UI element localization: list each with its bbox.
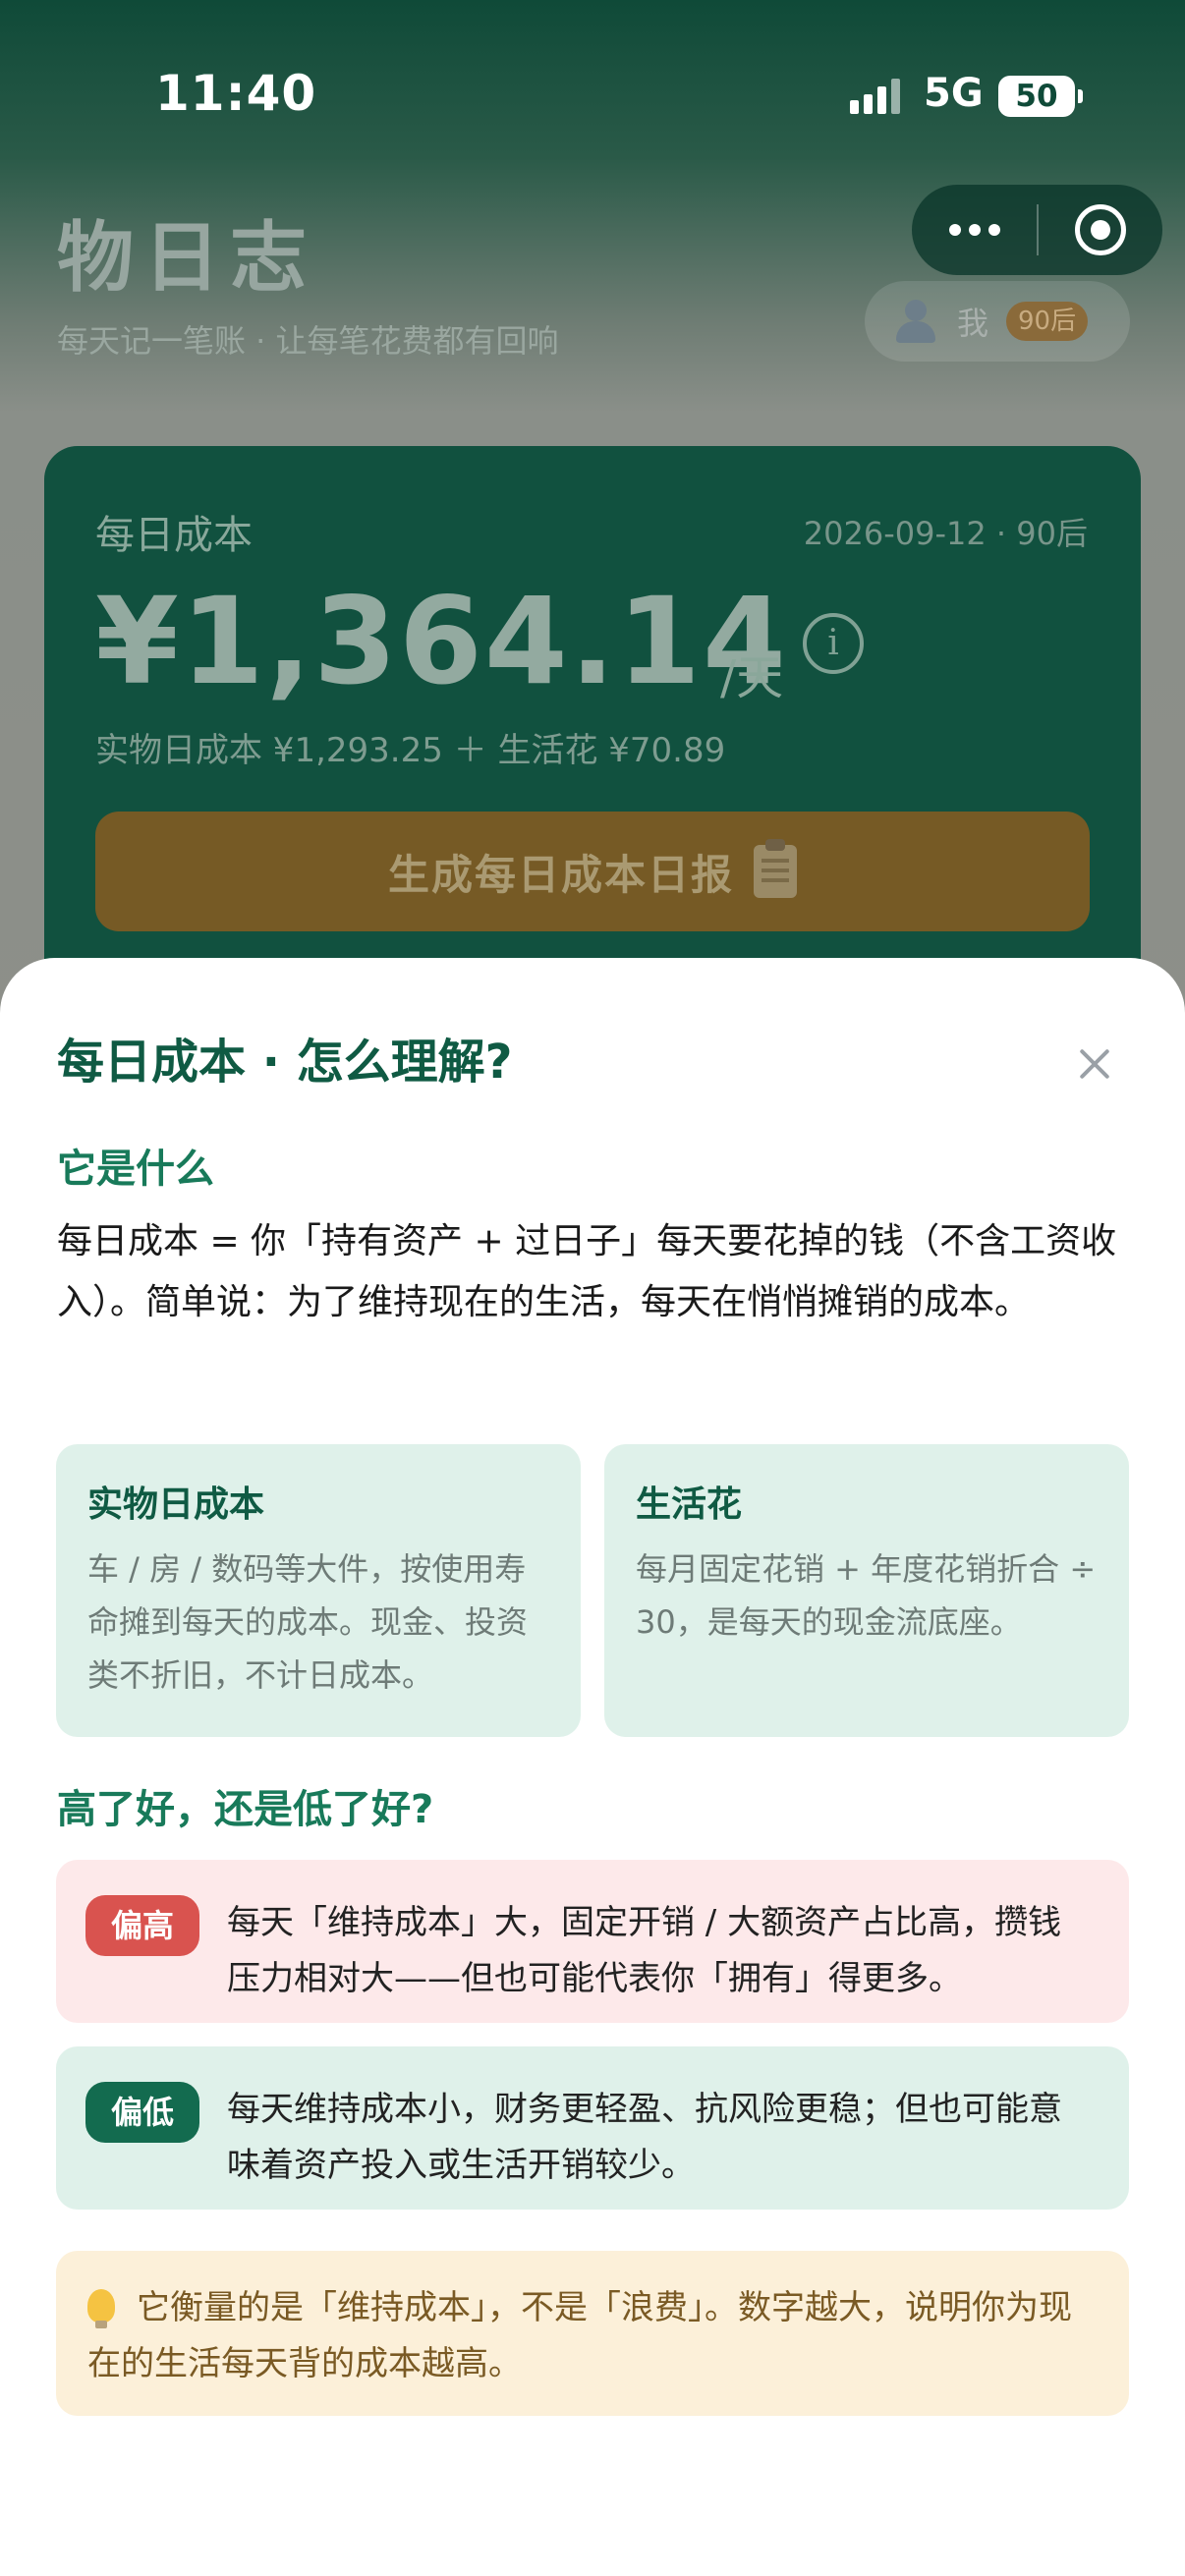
- low-text: 每天维持成本小，财务更轻盈、抗风险更稳；但也可能意味着资产投入或生活开销较少。: [227, 2090, 1062, 2185]
- target-icon: [1075, 204, 1126, 255]
- low-tag: 偏低: [85, 2082, 200, 2143]
- physical-cost-title: 实物日成本: [87, 1484, 265, 1525]
- more-options-button[interactable]: [912, 185, 1037, 275]
- cost-breakdown: 实物日成本 ¥1,293.25 ＋ 生活花 ¥70.89: [95, 731, 726, 770]
- section-what-heading: 它是什么: [57, 1147, 214, 1192]
- section-good-heading: 高了好，还是低了好?: [57, 1787, 434, 1832]
- generate-report-label: 生成每日成本日报: [387, 850, 734, 899]
- high-explanation-row: 偏高 每天「维持成本」大，固定开销 / 大额资产占比高，攒钱压力相对大——但也可…: [56, 1860, 1129, 2023]
- lightbulb-icon: [87, 2289, 115, 2328]
- app-title: 物日志: [57, 214, 317, 303]
- dot-icon: [948, 224, 961, 236]
- app-subtitle: 每天记一笔账 · 让每笔花费都有回响: [57, 322, 559, 360]
- high-tag: 偏高: [85, 1895, 200, 1956]
- definition-text: 每日成本 = 你「持有资产 + 过日子」每天要花掉的钱（不含工资收入）。简单说：…: [57, 1221, 1117, 1322]
- tip-text: 它衡量的是「维持成本」，不是「浪费」。数字越大，说明你为现在的生活每天背的成本越…: [87, 2288, 1072, 2383]
- mini-program-capsule: [912, 185, 1162, 275]
- explanation-sheet: 每日成本 · 怎么理解? 它是什么 每日成本 = 你「持有资产 + 过日子」每天…: [0, 958, 1185, 2576]
- living-cost-text: 每月固定花销 + 年度花销折合 ÷ 30，是每天的现金流底座。: [636, 1550, 1097, 1641]
- avatar-icon: [892, 298, 939, 345]
- user-name: 我: [957, 305, 989, 342]
- close-miniprogram-button[interactable]: [1039, 185, 1162, 275]
- user-chip[interactable]: 我 90后: [865, 281, 1130, 362]
- low-explanation-row: 偏低 每天维持成本小，财务更轻盈、抗风险更稳；但也可能意味着资产投入或生活开销较…: [56, 2046, 1129, 2210]
- generate-report-button[interactable]: 生成每日成本日报: [95, 812, 1090, 931]
- status-bar: 11:40 5G 50: [0, 0, 1185, 196]
- living-cost-title: 生活花: [636, 1484, 743, 1525]
- dot-icon: [988, 224, 1000, 236]
- sheet-title: 每日成本 · 怎么理解?: [57, 1035, 513, 1090]
- high-text: 每天「维持成本」大，固定开销 / 大额资产占比高，攒钱压力相对大——但也可能代表…: [227, 1903, 1062, 1998]
- network-label: 5G: [924, 71, 984, 116]
- info-icon[interactable]: i: [803, 613, 864, 674]
- physical-cost-box: 实物日成本 车 / 房 / 数码等大件，按使用寿命摊到每天的成本。现金、投资类不…: [56, 1444, 581, 1737]
- daily-cost-amount: ¥1,364.14: [95, 572, 788, 711]
- card-date: 2026-09-12 · 90后: [803, 515, 1088, 552]
- dot-icon: [968, 224, 981, 236]
- daily-cost-card: 每日成本 2026-09-12 · 90后 ¥1,364.14 /天 i 实物日…: [44, 446, 1141, 996]
- signal-icon: [850, 79, 900, 114]
- tip-box: 它衡量的是「维持成本」，不是「浪费」。数字越大，说明你为现在的生活每天背的成本越…: [56, 2251, 1129, 2416]
- close-icon[interactable]: [1067, 1036, 1122, 1092]
- battery-icon: 50: [998, 76, 1083, 117]
- card-label: 每日成本: [95, 513, 253, 558]
- clipboard-icon: [754, 839, 797, 898]
- user-age-badge: 90后: [1006, 302, 1089, 341]
- living-cost-box: 生活花 每月固定花销 + 年度花销折合 ÷ 30，是每天的现金流底座。: [604, 1444, 1129, 1737]
- physical-cost-text: 车 / 房 / 数码等大件，按使用寿命摊到每天的成本。现金、投资类不折旧，不计日…: [87, 1550, 529, 1694]
- status-time: 11:40: [155, 65, 317, 122]
- amount-unit: /天: [720, 650, 784, 705]
